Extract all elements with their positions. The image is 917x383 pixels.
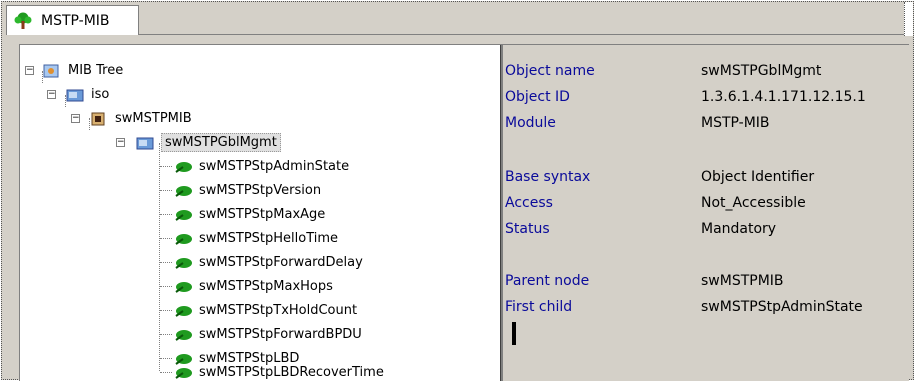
base-syntax-key: Base syntax — [505, 169, 591, 185]
tree-line — [160, 372, 172, 373]
leaf-icon — [175, 257, 192, 269]
tree-leaf[interactable]: swMSTPStpAdminState — [20, 155, 349, 178]
leaf-icon — [175, 281, 192, 293]
module-key: Module — [505, 115, 556, 131]
tree-line — [160, 190, 172, 191]
tree-leaf-label: swMSTPStpForwardBPDU — [199, 327, 362, 342]
first-child-key: First child — [505, 299, 573, 315]
tree-node-label: swMSTPMIB — [115, 111, 192, 126]
collapse-toggle[interactable]: − — [71, 114, 80, 123]
leaf-icon — [175, 209, 192, 221]
tree-leaf-label: swMSTPStpMaxAge — [199, 207, 326, 222]
mib-tree-icon — [43, 64, 59, 77]
content-area: − MIB Tree − iso − swMSTPMIB − swMSTPGbl… — [19, 44, 909, 381]
collapse-toggle[interactable]: − — [116, 138, 125, 147]
tree-leaf[interactable]: swMSTPStpLBDRecoverTime — [20, 361, 384, 381]
tree-node-label: swMSTPGblMgmt — [161, 133, 281, 152]
leaf-icon — [175, 329, 192, 341]
status-key: Status — [505, 221, 550, 237]
tree-leaf[interactable]: swMSTPStpTxHoldCount — [20, 299, 357, 322]
leaf-icon — [175, 367, 192, 379]
access-key: Access — [505, 195, 553, 211]
tree-leaf-label: swMSTPStpForwardDelay — [199, 255, 363, 270]
leaf-icon — [175, 233, 192, 245]
text-cursor — [512, 322, 516, 345]
tree-leaf[interactable]: swMSTPStpMaxHops — [20, 275, 333, 298]
parent-node-value: swMSTPMIB — [701, 273, 784, 289]
tree-leaf[interactable]: swMSTPStpHelloTime — [20, 227, 338, 250]
object-name-key: Object name — [505, 63, 595, 79]
tree-leaf-label: swMSTPStpTxHoldCount — [199, 303, 358, 318]
tree-node-iso[interactable]: − iso — [20, 83, 109, 106]
parent-node-key: Parent node — [505, 273, 590, 289]
tree-node-module[interactable]: − swMSTPMIB — [20, 107, 192, 130]
object-id-value: 1.3.6.1.4.1.171.12.15.1 — [701, 89, 866, 105]
tree-leaf[interactable]: swMSTPStpForwardDelay — [20, 251, 363, 274]
object-detail-panel: Object name swMSTPGblMgmt Object ID 1.3.… — [503, 45, 909, 381]
object-id-key: Object ID — [505, 89, 570, 105]
tree-leaf[interactable]: swMSTPStpVersion — [20, 179, 321, 202]
tree-line — [160, 310, 172, 311]
collapse-toggle[interactable]: − — [47, 90, 56, 99]
base-syntax-value: Object Identifier — [701, 169, 815, 185]
tree-leaf[interactable]: swMSTPStpForwardBPDU — [20, 323, 362, 346]
leaf-icon — [175, 185, 192, 197]
tree-leaf-label: swMSTPStpHelloTime — [199, 231, 339, 246]
first-child-value: swMSTPStpAdminState — [701, 299, 863, 315]
tree-line — [160, 214, 172, 215]
tree-leaf-label: swMSTPStpLBDRecoverTime — [199, 365, 384, 380]
tree-icon — [14, 12, 32, 29]
mib-browser-window: MSTP-MIB − MIB Tree − iso − swMSTPMIB − … — [1, 1, 914, 381]
tab-divider — [139, 34, 905, 35]
module-value: MSTP-MIB — [701, 115, 770, 131]
status-value: Mandatory — [701, 221, 777, 237]
tree-line — [160, 166, 172, 167]
tree-leaf-label: swMSTPStpMaxHops — [199, 279, 333, 294]
tree-node-label: MIB Tree — [68, 63, 124, 78]
tab-label: MSTP-MIB — [41, 12, 110, 29]
folder-node-icon — [66, 89, 84, 101]
tree-leaf-label: swMSTPStpVersion — [199, 183, 322, 198]
tree-line — [160, 238, 172, 239]
mib-tree-panel[interactable]: − MIB Tree − iso − swMSTPMIB − swMSTPGbl… — [20, 45, 500, 381]
tree-line — [160, 286, 172, 287]
tree-line — [160, 262, 172, 263]
object-name-value: swMSTPGblMgmt — [701, 63, 822, 79]
tab-bar: MSTP-MIB — [2, 2, 913, 36]
leaf-icon — [175, 161, 192, 173]
tree-node-selected[interactable]: − swMSTPGblMgmt — [20, 131, 281, 154]
tree-leaf[interactable]: swMSTPStpMaxAge — [20, 203, 325, 226]
folder-node-icon — [136, 137, 154, 149]
tree-node-root[interactable]: − MIB Tree — [20, 59, 123, 82]
tree-line — [160, 334, 172, 335]
access-value: Not_Accessible — [701, 195, 806, 211]
collapse-toggle[interactable]: − — [25, 66, 34, 75]
leaf-icon — [175, 305, 192, 317]
tree-node-label: iso — [91, 87, 110, 102]
module-icon — [91, 112, 105, 125]
tree-line — [160, 358, 172, 359]
tab-mstp-mib[interactable]: MSTP-MIB — [6, 5, 139, 35]
tabbar-edge — [904, 2, 913, 36]
tree-leaf-label: swMSTPStpAdminState — [199, 159, 350, 174]
